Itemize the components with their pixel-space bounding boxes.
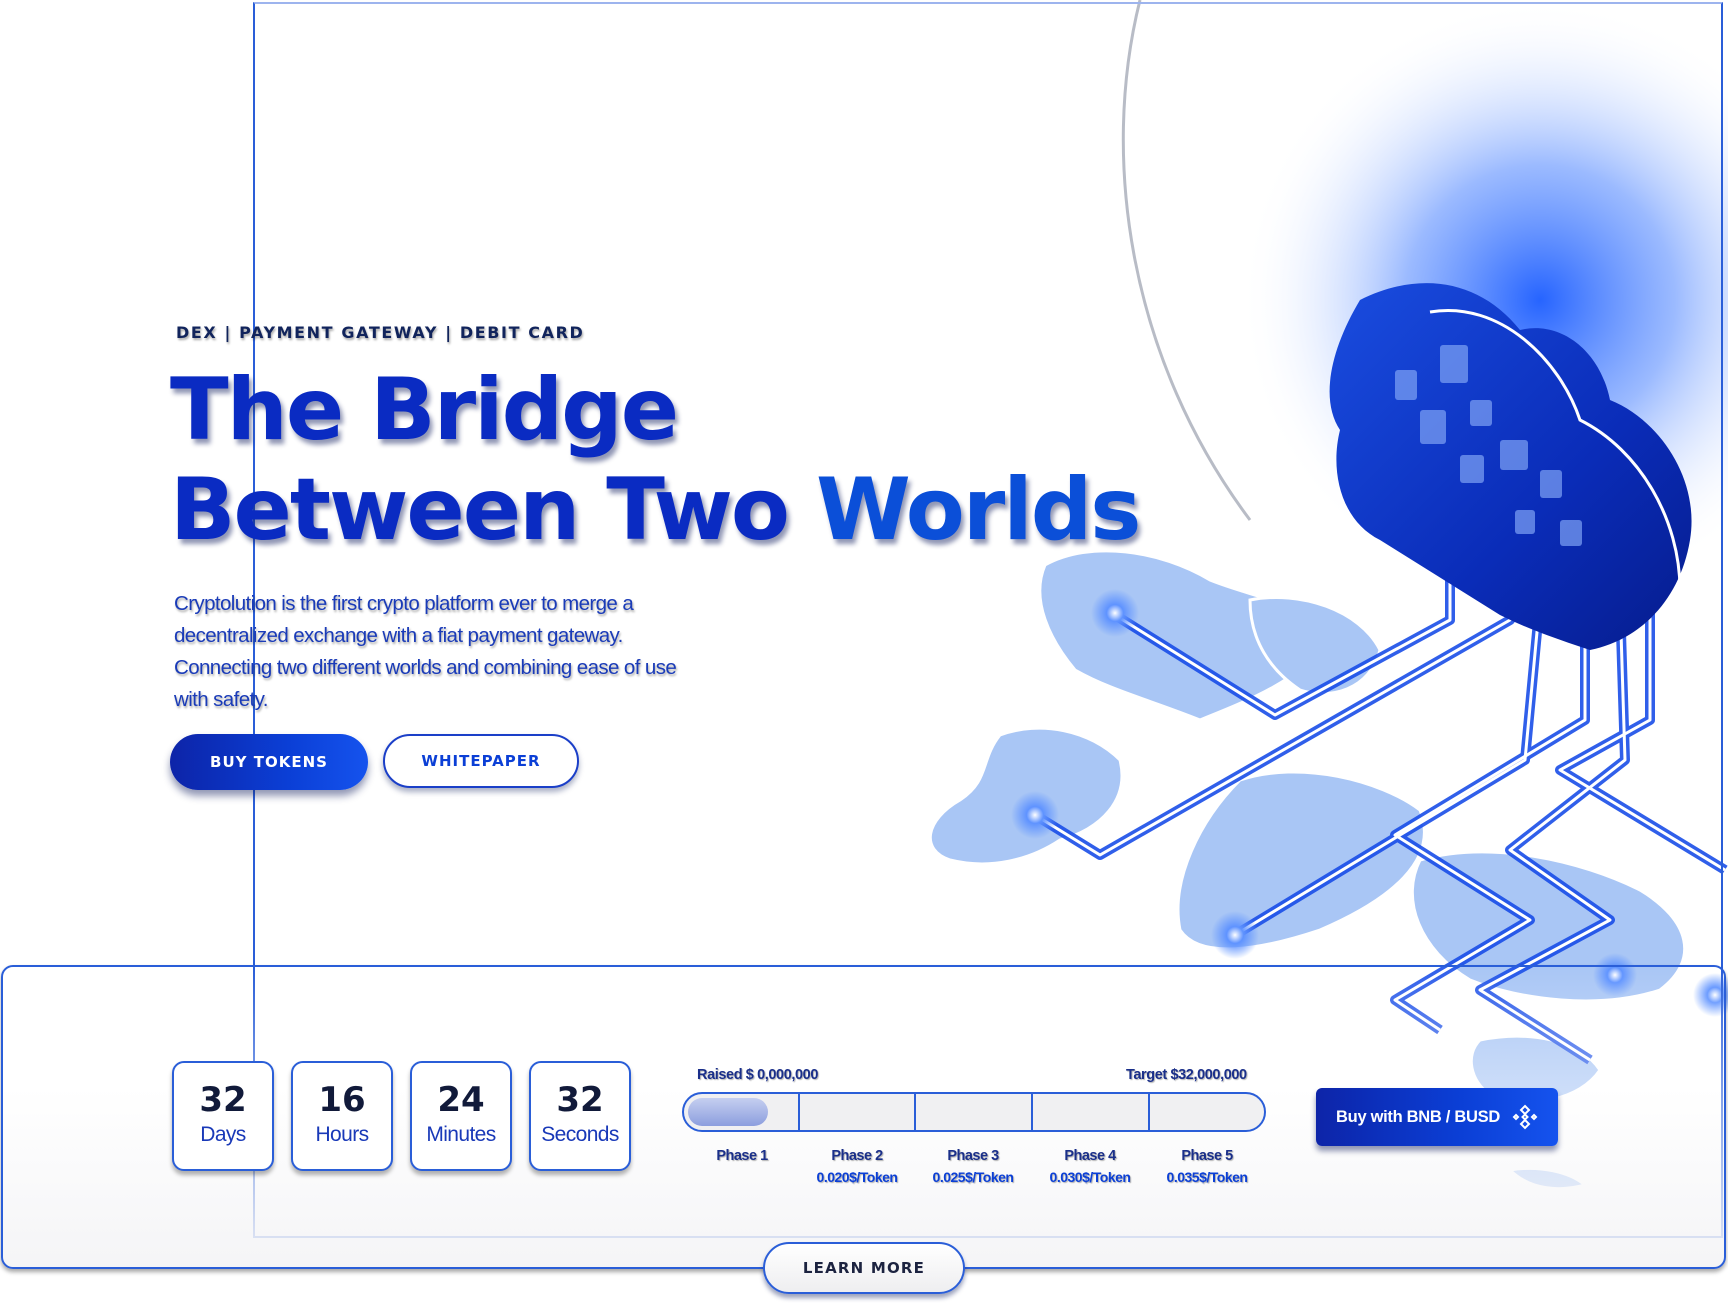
hero-title: The Bridge Between Two Worlds xyxy=(170,360,1142,560)
phase-divider xyxy=(798,1094,800,1130)
phase-4: Phase 4 0.030$/Token xyxy=(1030,1147,1150,1188)
countdown-value: 32 xyxy=(556,1080,604,1120)
hero-description: Cryptolution is the first crypto platfor… xyxy=(174,592,677,711)
phase-price: 0.020$/Token xyxy=(816,1169,898,1185)
phase-name: Phase 4 xyxy=(1064,1148,1116,1164)
countdown-label: Minutes xyxy=(426,1123,496,1146)
hero-tagline: DEX | PAYMENT GATEWAY | DEBIT CARD xyxy=(176,323,585,342)
countdown-minutes: 24 Minutes xyxy=(410,1061,512,1171)
hero-title-line-1: The Bridge xyxy=(170,360,679,460)
whitepaper-button[interactable]: WHITEPAPER xyxy=(383,734,579,788)
presale-progress-fill xyxy=(688,1098,768,1126)
countdown-label: Hours xyxy=(315,1123,369,1146)
countdown-value: 32 xyxy=(199,1080,247,1120)
countdown-seconds: 32 Seconds xyxy=(529,1061,631,1171)
countdown-value: 24 xyxy=(437,1080,485,1120)
phase-name: Phase 1 xyxy=(716,1148,768,1164)
phase-price: 0.035$/Token xyxy=(1166,1169,1248,1185)
phase-divider xyxy=(1031,1094,1033,1130)
learn-more-button[interactable]: LEARN MORE xyxy=(763,1242,965,1294)
phase-price: 0.025$/Token xyxy=(932,1169,1014,1185)
buy-tokens-button[interactable]: BUY TOKENS xyxy=(170,734,368,790)
phase-1: Phase 1 xyxy=(682,1147,802,1166)
countdown-label: Days xyxy=(200,1123,246,1146)
phase-divider xyxy=(1148,1094,1150,1130)
target-amount: Target $32,000,000 xyxy=(1126,1067,1247,1083)
phase-name: Phase 5 xyxy=(1181,1148,1233,1164)
phase-5: Phase 5 0.035$/Token xyxy=(1147,1147,1267,1188)
hero-title-line-2: Between Two Worlds xyxy=(170,460,1142,560)
hero-title-line-2-accent: Worlds xyxy=(815,460,1142,560)
buy-with-bnb-button[interactable]: Buy with BNB / BUSD xyxy=(1316,1088,1558,1146)
buy-with-bnb-label: Buy with BNB / BUSD xyxy=(1336,1107,1500,1126)
phase-3: Phase 3 0.025$/Token xyxy=(913,1147,1033,1188)
countdown-days: 32 Days xyxy=(172,1061,274,1171)
phase-price: 0.030$/Token xyxy=(1049,1169,1131,1185)
presale-progress-bar xyxy=(682,1092,1266,1132)
countdown-value: 16 xyxy=(318,1080,366,1120)
countdown-hours: 16 Hours xyxy=(291,1061,393,1171)
phase-name: Phase 3 xyxy=(947,1148,999,1164)
countdown-label: Seconds xyxy=(541,1123,619,1146)
phase-divider xyxy=(914,1094,916,1130)
phase-name: Phase 2 xyxy=(831,1148,883,1164)
hero-title-line-2-start: Between Two xyxy=(170,460,816,560)
raised-amount: Raised $ 0,000,000 xyxy=(697,1067,818,1083)
landing-page: DEX | PAYMENT GATEWAY | DEBIT CARD The B… xyxy=(0,0,1728,1305)
bnb-icon xyxy=(1512,1104,1538,1130)
phase-2: Phase 2 0.020$/Token xyxy=(797,1147,917,1188)
